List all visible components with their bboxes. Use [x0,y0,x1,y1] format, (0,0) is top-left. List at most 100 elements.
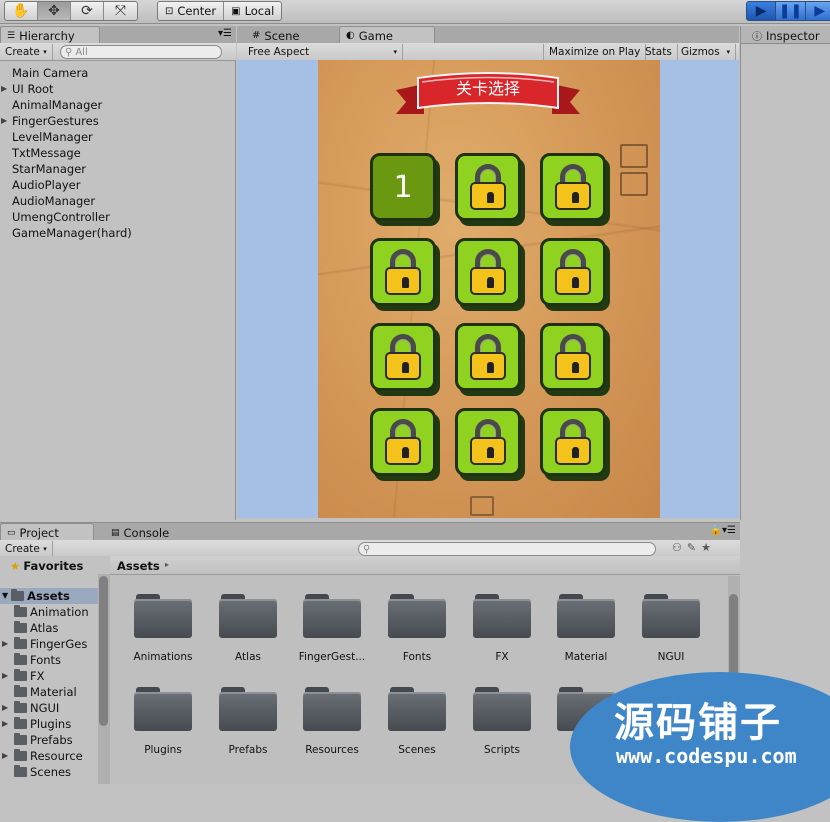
expand-arrow-icon[interactable]: ▶ [2,748,8,764]
level-button-face [455,408,521,476]
project-tree-item[interactable]: ▶ FX [2,668,45,684]
level-button-locked[interactable] [540,153,606,227]
asset-folder[interactable]: Atlas [208,590,288,680]
tab-console[interactable]: ▤ Console [104,523,200,541]
hierarchy-item[interactable]: GameManager(hard) [12,225,132,241]
scale-icon[interactable]: ⤧ [104,2,137,20]
level-button-locked[interactable] [540,238,606,312]
padlock-icon [470,249,506,295]
level-button-locked[interactable] [455,238,521,312]
lock-panel-icon[interactable]: 🔒▾☰ [710,525,736,536]
project-tree-item[interactable]: ▶ Resource [2,748,83,764]
expand-arrow-icon[interactable]: ▶ [2,668,8,684]
asset-folder[interactable]: Prefabs [208,683,288,773]
asset-folder[interactable]: FingerGest... [292,590,372,680]
expand-arrow-icon[interactable]: ▶ [2,636,8,652]
hierarchy-search-input[interactable]: ⚲ All [60,45,222,59]
hierarchy-item[interactable]: StarManager [12,161,86,177]
tab-hierarchy[interactable]: ☰ Hierarchy [0,26,100,44]
pivot-local-button[interactable]: ▣ Local [224,2,281,20]
tab-inspector[interactable]: ⓘ Inspector [745,26,830,44]
project-tree-item[interactable]: ▶ Plugins [2,716,71,732]
asset-folder[interactable]: Material [546,590,626,680]
expand-arrow-icon[interactable]: ▶ [2,716,8,732]
filter-icons[interactable]: ⚇✎★ [672,541,716,554]
project-tree-item[interactable]: Atlas [14,620,58,636]
asset-folder[interactable]: Fonts [377,590,457,680]
hierarchy-item[interactable]: TxtMessage [12,145,81,161]
level-button-locked[interactable] [370,238,436,312]
project-search-input[interactable]: ⚲ [358,542,656,556]
assets-root-item[interactable]: ▼ Assets [0,588,98,604]
level-button-locked[interactable] [370,408,436,482]
hierarchy-item[interactable]: UmengController [12,209,110,225]
project-tree-item[interactable]: ▶ NGUI [2,700,59,716]
hierarchy-item[interactable]: AnimalManager [12,97,102,113]
asset-folder[interactable]: NGUI [631,590,711,680]
tab-scene[interactable]: # Scene [245,26,337,44]
level-button-locked[interactable] [455,153,521,227]
rotate-icon[interactable]: ⟳ [71,2,104,20]
expand-arrow-icon[interactable]: ▶ [2,700,8,716]
dropdown-arrow-icon: ▾ [393,48,397,56]
tab-project[interactable]: ▭ Project [0,523,94,541]
tree-scrollbar-thumb[interactable] [99,576,108,726]
asset-folder-label: Scenes [398,744,436,756]
hand-icon[interactable]: ✋ [5,2,38,20]
grid-icon: # [252,30,261,41]
level-button[interactable]: 1 [370,153,436,227]
hierarchy-item[interactable]: Main Camera [12,65,88,81]
level-button-locked[interactable] [370,323,436,397]
asset-folder[interactable]: Scripts [462,683,542,773]
move-icon[interactable]: ✥ [38,2,71,20]
level-button-locked[interactable] [455,323,521,397]
level-button-locked[interactable] [455,408,521,482]
project-create-button[interactable]: Create ▾ [0,541,53,557]
padlock-icon [470,419,506,465]
project-tree-item[interactable]: Fonts [14,652,61,668]
project-tree-item[interactable]: Animation [14,604,89,620]
maximize-on-play-toggle[interactable]: Maximize on Play [543,44,647,60]
hierarchy-create-button[interactable]: Create ▾ [0,44,53,60]
inspector-tab-label: Inspector [766,28,820,43]
hierarchy-item[interactable]: AudioManager [12,193,95,209]
gizmos-dropdown[interactable]: Gizmos ▾ [676,44,736,60]
expand-arrow-icon[interactable]: ▶ [1,116,7,125]
project-tree-item[interactable]: Material [14,684,77,700]
watermark-title: 源码铺子 [614,700,782,746]
play-icon[interactable]: ▶ [747,2,777,20]
inspector-tabbar: ⓘ Inspector [741,26,830,44]
pivot-center-button[interactable]: ⊡ Center [158,2,225,20]
padlock-icon [555,164,591,210]
folder-icon [14,637,27,649]
padlock-icon [385,334,421,380]
favorites-item[interactable]: ★ Favorites [10,558,83,574]
asset-folder[interactable]: Resources [292,683,372,773]
aspect-dropdown[interactable]: Free Aspect ▾ [243,44,403,60]
hierarchy-item[interactable]: UI Root [12,81,54,97]
hierarchy-item[interactable]: LevelManager [12,129,93,145]
level-button-locked[interactable] [540,323,606,397]
pause-icon[interactable]: ❚❚ [776,2,806,20]
hierarchy-item[interactable]: FingerGestures [12,113,99,129]
panel-menu-icon[interactable]: ▾☰ [218,28,232,39]
step-icon[interactable]: ▶ [806,2,830,20]
stats-toggle[interactable]: Stats [640,44,678,60]
breadcrumb-assets[interactable]: Assets [117,559,160,573]
asset-folder[interactable]: Plugins [123,683,203,773]
asset-folder[interactable]: Animations [123,590,203,680]
expand-arrow-icon[interactable]: ▶ [1,84,7,93]
tree-scrollbar[interactable] [98,574,110,784]
asset-folder[interactable]: Scenes [377,683,457,773]
project-tree-item[interactable]: Scenes [14,764,71,780]
asset-folder[interactable]: FX [462,590,542,680]
tab-game[interactable]: ◐ Game [339,26,435,44]
game-tabbar: # Scene ◐ Game [237,26,739,44]
hierarchy-item[interactable]: AudioPlayer [12,177,80,193]
project-tree-item[interactable]: Prefabs [14,732,73,748]
level-button-locked[interactable] [540,408,606,482]
padlock-icon [385,419,421,465]
project-tree-item[interactable]: ▶ FingerGes [2,636,87,652]
project-tree-label: Animation [30,605,89,619]
watermark-url: www.codespu.com [616,744,797,768]
